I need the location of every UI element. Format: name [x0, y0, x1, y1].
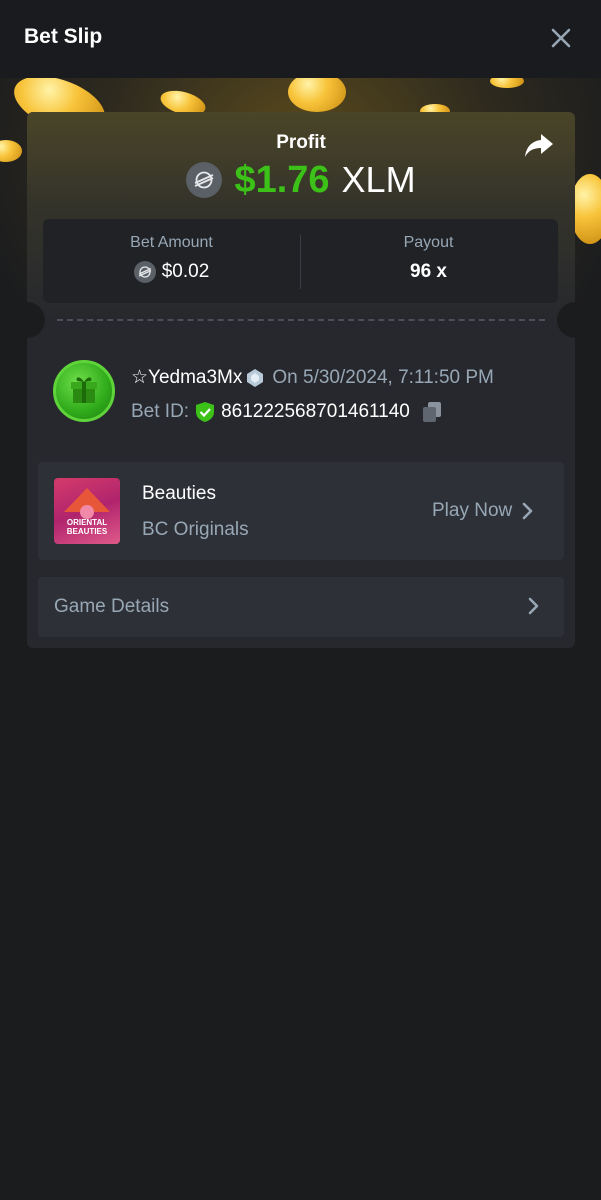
close-icon[interactable] — [549, 26, 573, 50]
bet-amount-stat: Bet Amount $0.02 — [43, 219, 300, 303]
xlm-coin-icon — [133, 261, 156, 283]
game-provider: BC Originals — [142, 519, 249, 540]
gift-avatar-icon[interactable] — [53, 360, 115, 422]
play-now-button[interactable]: Play Now — [432, 500, 534, 522]
copy-icon[interactable] — [422, 401, 442, 423]
profit-currency: XLM — [341, 159, 416, 200]
chevron-right-icon — [528, 597, 539, 615]
bet-slip-card: Profit $1.76 XLM Bet Amount $0.02 Payout… — [27, 112, 575, 648]
game-details-row[interactable]: Game Details — [38, 577, 564, 637]
header: Bet Slip — [0, 0, 601, 78]
gold-coin-decoration — [288, 78, 346, 112]
profit-amount: $1.76 — [234, 158, 330, 201]
thumbnail-text: ORIENTAL BEAUTIES — [66, 518, 108, 536]
ticket-divider — [57, 319, 545, 321]
username[interactable]: ☆Yedma3Mx — [131, 366, 242, 389]
bet-amount-value: $0.02 — [161, 261, 210, 282]
page-title: Bet Slip — [24, 25, 103, 48]
shield-check-icon — [196, 402, 215, 422]
chevron-right-icon — [522, 502, 533, 520]
bet-id-label: Bet ID: — [131, 401, 190, 422]
vip-badge-icon — [247, 368, 264, 387]
bet-amount-value-row: $0.02 — [43, 261, 300, 283]
game-name: Beauties — [142, 483, 216, 504]
bet-amount-label: Bet Amount — [130, 234, 213, 251]
payout-stat: Payout 96 x — [300, 219, 557, 303]
play-now-label: Play Now — [432, 500, 513, 521]
bet-id: 861222568701461140 — [221, 401, 410, 422]
xlm-coin-icon — [186, 162, 223, 198]
bet-stats: Bet Amount $0.02 Payout 96 x — [43, 219, 558, 303]
gold-coin-decoration — [0, 140, 22, 162]
game-details-label: Game Details — [54, 596, 170, 617]
username-row: ☆Yedma3Mx On 5/30/2024, 7:11:50 PM — [131, 366, 494, 389]
game-thumbnail[interactable]: ORIENTAL BEAUTIES — [54, 478, 120, 544]
profit-label: Profit — [276, 132, 326, 153]
bet-id-row: Bet ID: 861222568701461140 — [131, 401, 442, 423]
gold-coin-decoration — [490, 78, 524, 88]
bet-date: On 5/30/2024, 7:11:50 PM — [272, 366, 494, 388]
payout-label: Payout — [403, 234, 454, 251]
share-icon[interactable] — [523, 132, 555, 160]
user-info: ☆Yedma3Mx On 5/30/2024, 7:11:50 PM Bet I… — [27, 360, 575, 424]
profit-row: $1.76 XLM — [27, 156, 575, 204]
payout-value: 96 x — [410, 261, 447, 282]
profit-section: Profit $1.76 XLM Bet Amount $0.02 Payout… — [27, 112, 575, 322]
game-row[interactable]: ORIENTAL BEAUTIES Beauties BC Originals … — [38, 462, 564, 560]
